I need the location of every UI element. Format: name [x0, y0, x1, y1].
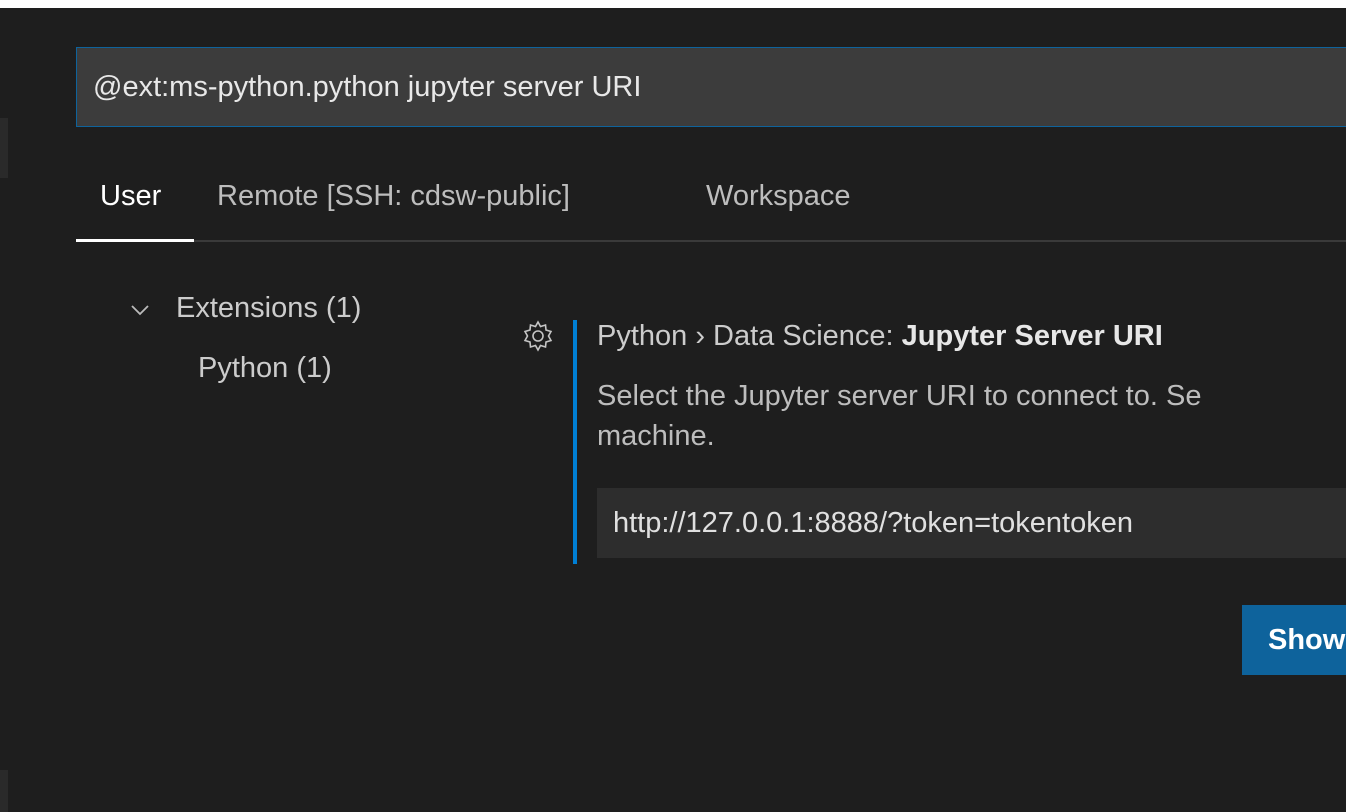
window-top-edge	[0, 0, 1346, 8]
setting-description: Select the Jupyter server URI to connect…	[597, 376, 1346, 456]
setting-focus-indicator	[573, 320, 577, 564]
settings-scope-tabs: User Remote [SSH: cdsw-public] Workspace	[76, 170, 1346, 242]
jupyter-server-uri-input[interactable]	[613, 506, 1346, 540]
tab-user[interactable]: User	[100, 180, 161, 213]
setting-name: Jupyter Server URI	[901, 320, 1163, 352]
gear-icon[interactable]	[520, 318, 556, 354]
setting-description-line: Select the Jupyter server URI to connect…	[597, 380, 1202, 412]
settings-search-box[interactable]	[76, 47, 1346, 127]
tab-workspace[interactable]: Workspace	[706, 180, 851, 213]
chevron-down-icon	[131, 305, 149, 316]
active-tab-indicator	[76, 239, 194, 242]
setting-description-line: machine.	[597, 420, 715, 452]
toc-item-python[interactable]: Python (1)	[198, 352, 332, 385]
toc-item-label: Extensions (1)	[176, 292, 362, 324]
setting-title: Python › Data Science: Jupyter Server UR…	[597, 320, 1163, 353]
tab-remote[interactable]: Remote [SSH: cdsw-public]	[217, 180, 570, 213]
toc-item-label: Python (1)	[198, 352, 332, 384]
show-button[interactable]: Show	[1242, 605, 1346, 675]
settings-search-input[interactable]	[93, 70, 1346, 104]
setting-category: Python › Data Science:	[597, 320, 902, 352]
left-gutter-marker-bottom	[0, 770, 8, 812]
setting-value-box[interactable]	[597, 488, 1346, 558]
left-gutter-marker	[0, 118, 8, 178]
